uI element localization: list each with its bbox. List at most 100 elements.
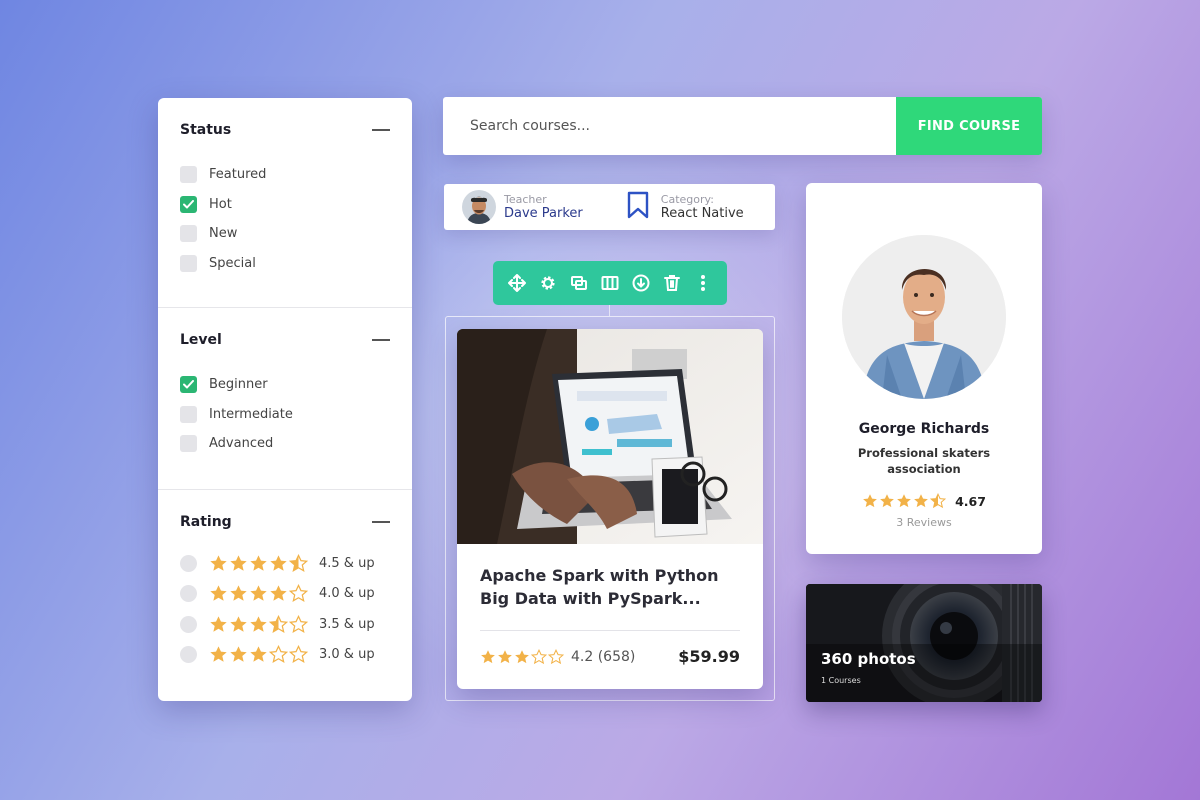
settings-icon[interactable] (537, 272, 559, 294)
level-checkbox[interactable] (180, 435, 197, 453)
rating-radio[interactable] (180, 585, 197, 603)
photo-title: 360 photos (821, 650, 916, 668)
move-icon[interactable] (506, 272, 528, 294)
status-checkbox[interactable] (180, 254, 197, 272)
rating-stars (209, 584, 309, 603)
status-checkbox[interactable] (180, 166, 197, 184)
star-filled-icon (229, 554, 248, 573)
rating-option[interactable]: 4.0 & up (180, 579, 390, 610)
photo-card[interactable]: 360 photos 1 Courses (806, 584, 1042, 702)
star-filled-icon (249, 554, 268, 573)
rating-radio[interactable] (180, 615, 197, 633)
star-empty-icon (289, 614, 308, 634)
filter-panel: Status Featured Hot New Special Level Begin… (158, 98, 412, 701)
course-title[interactable]: Apache Spark with Python Big Data with P… (457, 544, 763, 610)
status-checkbox[interactable] (180, 195, 197, 213)
star-filled-icon (249, 584, 268, 603)
rating-stars (209, 553, 309, 573)
status-option[interactable]: Hot (180, 190, 390, 220)
find-course-button[interactable]: FIND COURSE (896, 97, 1042, 155)
star-half-icon (269, 614, 288, 634)
course-title-line1: Apache Spark with Python (480, 566, 719, 585)
rating-option[interactable]: 3.5 & up (180, 609, 390, 640)
star-empty-icon (289, 584, 308, 603)
status-option-label: Featured (209, 167, 267, 183)
level-option-label: Beginner (209, 377, 268, 393)
status-option[interactable]: New (180, 219, 390, 249)
level-checkbox[interactable] (180, 405, 197, 423)
star-filled-icon (229, 645, 248, 664)
level-checkbox[interactable] (180, 376, 197, 394)
course-price: $59.99 (678, 647, 740, 666)
rating-section: Rating 4.5 & up 4.0 & up 3.5 & up 3.0 & up (158, 490, 412, 670)
rating-option-label: 3.0 & up (319, 647, 375, 663)
level-option[interactable]: Advanced (180, 429, 390, 459)
star-empty-icon (289, 645, 308, 664)
level-option[interactable]: Beginner (180, 370, 390, 400)
star-filled-icon (209, 554, 228, 573)
star-filled-icon (229, 615, 248, 634)
rating-radio[interactable] (180, 646, 197, 664)
profile-name[interactable]: George Richards (806, 421, 1042, 437)
star-filled-icon (497, 649, 513, 665)
status-option-label: Special (209, 255, 256, 271)
level-section: Level Beginner Intermediate Advanced (158, 308, 412, 490)
star-half-icon (289, 553, 308, 573)
teacher-label: Teacher (504, 193, 547, 206)
download-icon[interactable] (630, 272, 652, 294)
level-option-label: Advanced (209, 436, 274, 452)
rating-option[interactable]: 4.5 & up (180, 548, 390, 579)
star-filled-icon (879, 493, 895, 509)
teacher-avatar (462, 190, 496, 224)
profile-rating-value: 4.67 (955, 493, 986, 509)
status-option[interactable]: Special (180, 249, 390, 279)
rating-stars (209, 614, 309, 634)
status-section: Status Featured Hot New Special (158, 98, 412, 308)
star-empty-icon (531, 648, 547, 665)
category-info: Category: React Native (661, 193, 744, 221)
level-option[interactable]: Intermediate (180, 400, 390, 430)
more-vertical-icon[interactable] (692, 272, 714, 294)
photo-subtitle: 1 Courses (821, 676, 861, 685)
rating-radio[interactable] (180, 554, 197, 572)
toolbar-connector (609, 305, 610, 316)
star-filled-icon (480, 649, 496, 665)
status-checkbox[interactable] (180, 225, 197, 243)
duplicate-icon[interactable] (568, 272, 590, 294)
profile-stars (862, 493, 947, 509)
columns-icon[interactable] (599, 272, 621, 294)
profile-reviews[interactable]: 3 Reviews (806, 516, 1042, 529)
delete-icon[interactable] (661, 272, 683, 294)
star-filled-icon (249, 645, 268, 664)
star-filled-icon (249, 615, 268, 634)
level-option-label: Intermediate (209, 406, 293, 422)
star-filled-icon (229, 584, 248, 603)
profile-organization: Professional skaters association (857, 446, 991, 476)
course-title-line2: Big Data with PySpark... (480, 589, 701, 608)
bookmark-icon (627, 191, 649, 223)
rating-option-label: 3.5 & up (319, 616, 375, 632)
course-rating: 4.2 (658) (571, 648, 636, 665)
profile-card[interactable]: George Richards Professional skaters ass… (806, 183, 1042, 554)
star-filled-icon (913, 493, 929, 509)
course-footer: 4.2 (658) $59.99 (457, 631, 763, 666)
category-label: Category: (660, 193, 714, 206)
status-title: Status (180, 122, 232, 138)
course-card[interactable]: Apache Spark with Python Big Data with P… (457, 329, 763, 689)
status-option[interactable]: Featured (180, 160, 390, 190)
search-input[interactable] (443, 97, 896, 155)
teacher-name[interactable]: Dave Parker (504, 207, 583, 221)
category-value[interactable]: React Native (661, 207, 744, 221)
collapse-level-icon[interactable] (372, 339, 390, 341)
star-filled-icon (514, 649, 530, 665)
status-option-label: New (209, 226, 238, 242)
collapse-status-icon[interactable] (372, 129, 390, 131)
rating-option-label: 4.5 & up (319, 555, 375, 571)
star-half-icon (930, 493, 947, 509)
star-empty-icon (548, 648, 564, 665)
collapse-rating-icon[interactable] (372, 521, 390, 523)
star-filled-icon (862, 493, 878, 509)
rating-option[interactable]: 3.0 & up (180, 640, 390, 671)
status-option-label: Hot (209, 196, 232, 212)
rating-stars (209, 645, 309, 664)
